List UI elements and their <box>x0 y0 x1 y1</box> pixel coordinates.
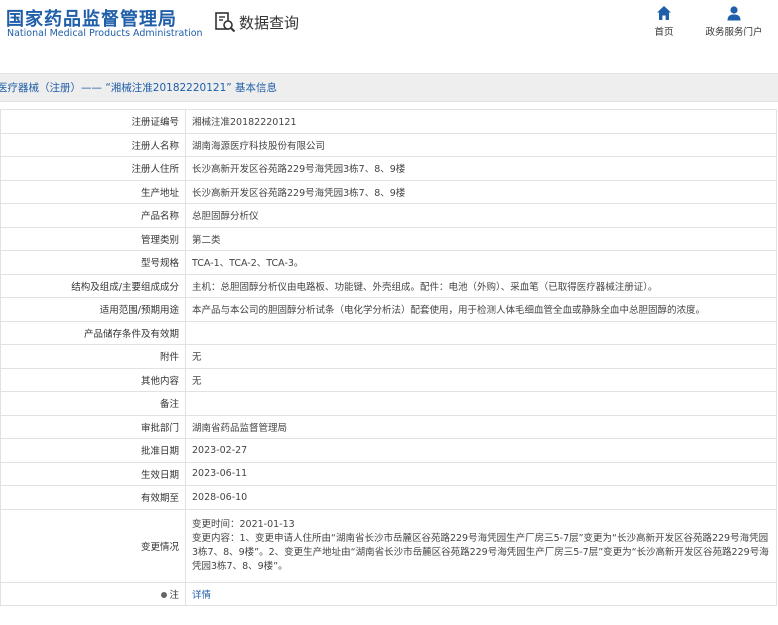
table-row: 附件无 <box>0 344 777 369</box>
nav-home-label: 首页 <box>654 27 674 38</box>
nav-gov-service[interactable]: 政务服务门户 <box>703 5 765 38</box>
field-label: 附件 <box>0 344 186 369</box>
data-query-label: 数据查询 <box>239 13 300 32</box>
field-label: 变更情况 <box>0 508 186 583</box>
site-logo-en[interactable]: National Medical Products Administration <box>7 28 203 39</box>
field-label: 备注 <box>0 391 186 416</box>
field-value: TCA-1、TCA-2、TCA-3。 <box>185 250 777 275</box>
note-label: 注 <box>169 589 179 601</box>
table-row: 型号规格 TCA-1、TCA-2、TCA-3。 <box>0 250 777 275</box>
field-value: 2023-02-27 <box>185 438 777 463</box>
field-label: 生效日期 <box>0 461 186 486</box>
record-title: 医疗器械（注册）—— “湘械注准20182220121” 基本信息 <box>0 82 278 94</box>
data-query-section[interactable]: 数据查询 <box>214 10 299 34</box>
field-label: 注册人名称 <box>0 132 186 157</box>
field-value <box>185 391 777 416</box>
site-header: 国家药品监督管理局 National Medical Products Admi… <box>0 0 778 62</box>
table-row: 有效期至 2028-06-10 <box>0 485 777 510</box>
change-history-row: 变更情况 变更时间：2021-01-13 变更内容：1、变更申请人住所由“湖南省长沙… <box>0 508 777 583</box>
table-row: 备注 <box>0 391 777 416</box>
field-value: 本产品与本公司的胆固醇分析试条（电化学分析法）配套使用，用于检测人体毛细血管全血… <box>185 297 777 322</box>
field-value: 湘械注准20182220121 <box>185 109 777 134</box>
registration-info-table: 注册证编号 湘械注准20182220121 注册人名称 湖南海源医疗科技股份有限公司注… <box>0 109 777 606</box>
table-row: 批准日期 2023-02-27 <box>0 438 777 463</box>
details-link[interactable]: 详情 <box>192 590 211 601</box>
field-value: 主机：总胆固醇分析仪由电路板、功能键、外壳组成。配件：电池（外购）、采血笔（已取… <box>185 273 777 298</box>
table-row: 注册证编号 湘械注准20182220121 <box>0 109 777 134</box>
table-row: 生产地址 长沙高新开发区谷苑路229号海凭园3栋7、8、9楼 <box>0 179 777 204</box>
table-row: 生效日期 2023-06-11 <box>0 461 777 486</box>
note-label-cell: 注 <box>0 581 186 606</box>
field-label: 其他内容 <box>0 367 186 392</box>
field-label: 有效期至 <box>0 485 186 510</box>
user-icon <box>727 6 741 21</box>
field-value: 长沙高新开发区谷苑路229号海凭园3栋7、8、9楼 <box>185 179 777 204</box>
change-content: 变更内容：1、变更申请人住所由“湖南省长沙市岳麓区谷苑路229号海凭园生产厂房三… <box>192 532 769 572</box>
change-history-value: 变更时间：2021-01-13 变更内容：1、变更申请人住所由“湖南省长沙市岳麓区… <box>185 508 777 583</box>
field-value: 湖南省药品监督管理局 <box>185 414 777 439</box>
table-row: 其他内容无 <box>0 367 777 392</box>
field-value: 2028-06-10 <box>185 485 777 510</box>
field-value: 总胆固醇分析仪 <box>185 203 777 228</box>
home-icon <box>657 6 671 20</box>
document-search-icon <box>215 12 236 33</box>
field-label: 注册人住所 <box>0 156 186 181</box>
table-row: 注册人住所 长沙高新开发区谷苑路229号海凭园3栋7、8、9楼 <box>0 156 777 181</box>
field-label: 批准日期 <box>0 438 186 463</box>
table-row: 结构及组成/主要组成成分 主机：总胆固醇分析仪由电路板、功能键、外壳组成。配件：电… <box>0 273 777 298</box>
field-label: 注册证编号 <box>0 109 186 134</box>
table-row: 管理类别 第二类 <box>0 226 777 251</box>
note-row: 注 详情 <box>0 581 777 606</box>
field-label: 生产地址 <box>0 179 186 204</box>
field-label: 结构及组成/主要组成成分 <box>0 273 186 298</box>
field-value: 第二类 <box>185 226 777 251</box>
field-label: 产品储存条件及有效期 <box>0 320 186 345</box>
field-value <box>185 320 777 345</box>
nav-gov-service-label: 政务服务门户 <box>705 27 763 38</box>
field-value: 湖南海源医疗科技股份有限公司 <box>185 132 777 157</box>
field-value: 无 <box>185 367 777 392</box>
field-label: 审批部门 <box>0 414 186 439</box>
field-value: 无 <box>185 344 777 369</box>
field-value: 2023-06-11 <box>185 461 777 486</box>
pin-icon <box>161 592 168 599</box>
record-title-bar: 医疗器械（注册）—— “湘械注准20182220121” 基本信息 <box>0 73 778 102</box>
field-label: 型号规格 <box>0 250 186 275</box>
table-row: 产品储存条件及有效期 <box>0 320 777 345</box>
nav-home[interactable]: 首页 <box>650 5 678 38</box>
change-time: 变更时间：2021-01-13 <box>192 518 295 530</box>
field-label: 产品名称 <box>0 203 186 228</box>
table-row: 审批部门 湖南省药品监督管理局 <box>0 414 777 439</box>
table-row: 注册人名称 湖南海源医疗科技股份有限公司 <box>0 132 777 157</box>
table-row: 适用范围/预期用途 本产品与本公司的胆固醇分析试条（电化学分析法）配套使用，用于检… <box>0 297 777 322</box>
field-label: 管理类别 <box>0 226 186 251</box>
field-label: 适用范围/预期用途 <box>0 297 186 322</box>
note-value: 详情 <box>185 581 777 606</box>
table-row: 产品名称 总胆固醇分析仪 <box>0 203 777 228</box>
field-value: 长沙高新开发区谷苑路229号海凭园3栋7、8、9楼 <box>185 156 777 181</box>
